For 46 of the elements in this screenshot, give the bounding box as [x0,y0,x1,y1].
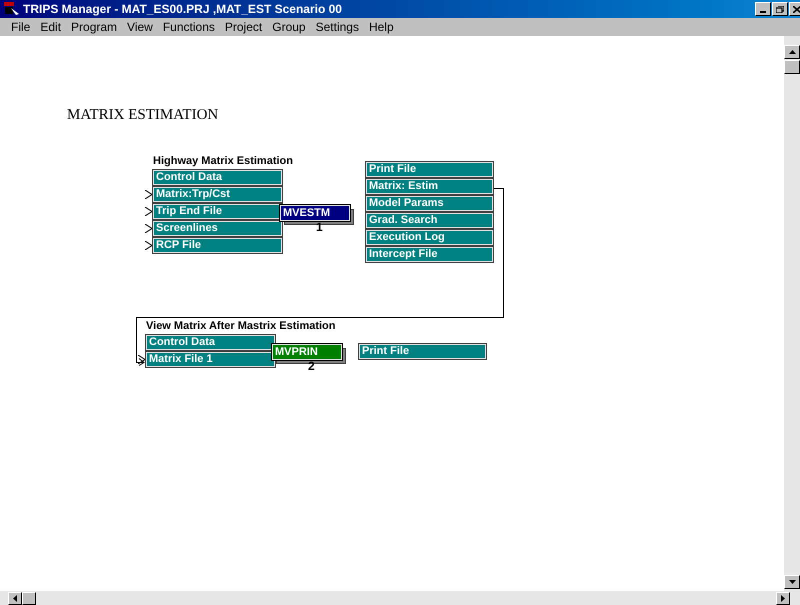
menu-item[interactable]: Settings [310,18,364,36]
group-title: View Matrix After Mastrix Estimation [146,319,336,334]
up-arrow-icon [788,50,796,54]
scroll-thumb[interactable] [784,60,800,74]
group-title: Highway Matrix Estimation [153,154,293,169]
menu-item[interactable]: Edit [35,18,66,36]
minimize-button[interactable] [755,2,771,16]
scroll-thumb[interactable] [22,592,36,604]
program-node[interactable]: MVESTM [280,205,350,221]
scroll-right-button[interactable] [776,592,790,604]
app-icon [4,2,20,16]
down-arrow-icon [788,580,796,584]
file-node[interactable]: Print File [366,162,493,177]
file-node[interactable]: Control Data [153,170,282,185]
file-node[interactable]: Grad. Search [366,213,493,228]
file-node[interactable]: Screenlines [153,221,282,236]
menu-item[interactable]: Group [267,18,311,36]
file-node[interactable]: Matrix:Trp/Cst [153,187,282,202]
file-node[interactable]: Model Params [366,196,493,211]
file-node[interactable]: Matrix File 1 [146,352,275,367]
file-node[interactable]: Trip End File [153,204,282,219]
menu-item[interactable]: Project [220,18,268,36]
file-node[interactable]: Execution Log [366,230,493,245]
close-icon [793,6,800,12]
scroll-down-button[interactable] [784,575,800,589]
restore-button[interactable] [772,2,788,16]
scroll-up-button[interactable] [784,45,800,59]
restore-icon [776,6,784,12]
menu-item[interactable]: Help [364,18,399,36]
menu-item[interactable]: View [122,18,158,36]
horizontal-scrollbar[interactable] [0,591,800,605]
file-node[interactable]: Intercept File [366,247,493,262]
file-node[interactable]: Print File [359,344,486,359]
scroll-left-button[interactable] [8,592,22,604]
vertical-scrollbar[interactable] [784,36,800,591]
file-node[interactable]: RCP File [153,238,282,253]
menu-item[interactable]: File [6,18,36,36]
menu-item[interactable]: Functions [158,18,220,36]
canvas-heading: MATRIX ESTIMATION [67,106,218,125]
file-node[interactable]: Control Data [146,335,275,350]
program-node[interactable]: MVPRIN [272,344,342,360]
window-title: TRIPS Manager - MAT_ES00.PRJ ,MAT_EST Scenario 00 [23,1,342,18]
menu-item[interactable]: Program [66,18,122,36]
file-node[interactable]: Matrix: Estim [366,179,493,194]
left-arrow-icon [13,594,17,602]
right-arrow-icon [781,594,785,602]
